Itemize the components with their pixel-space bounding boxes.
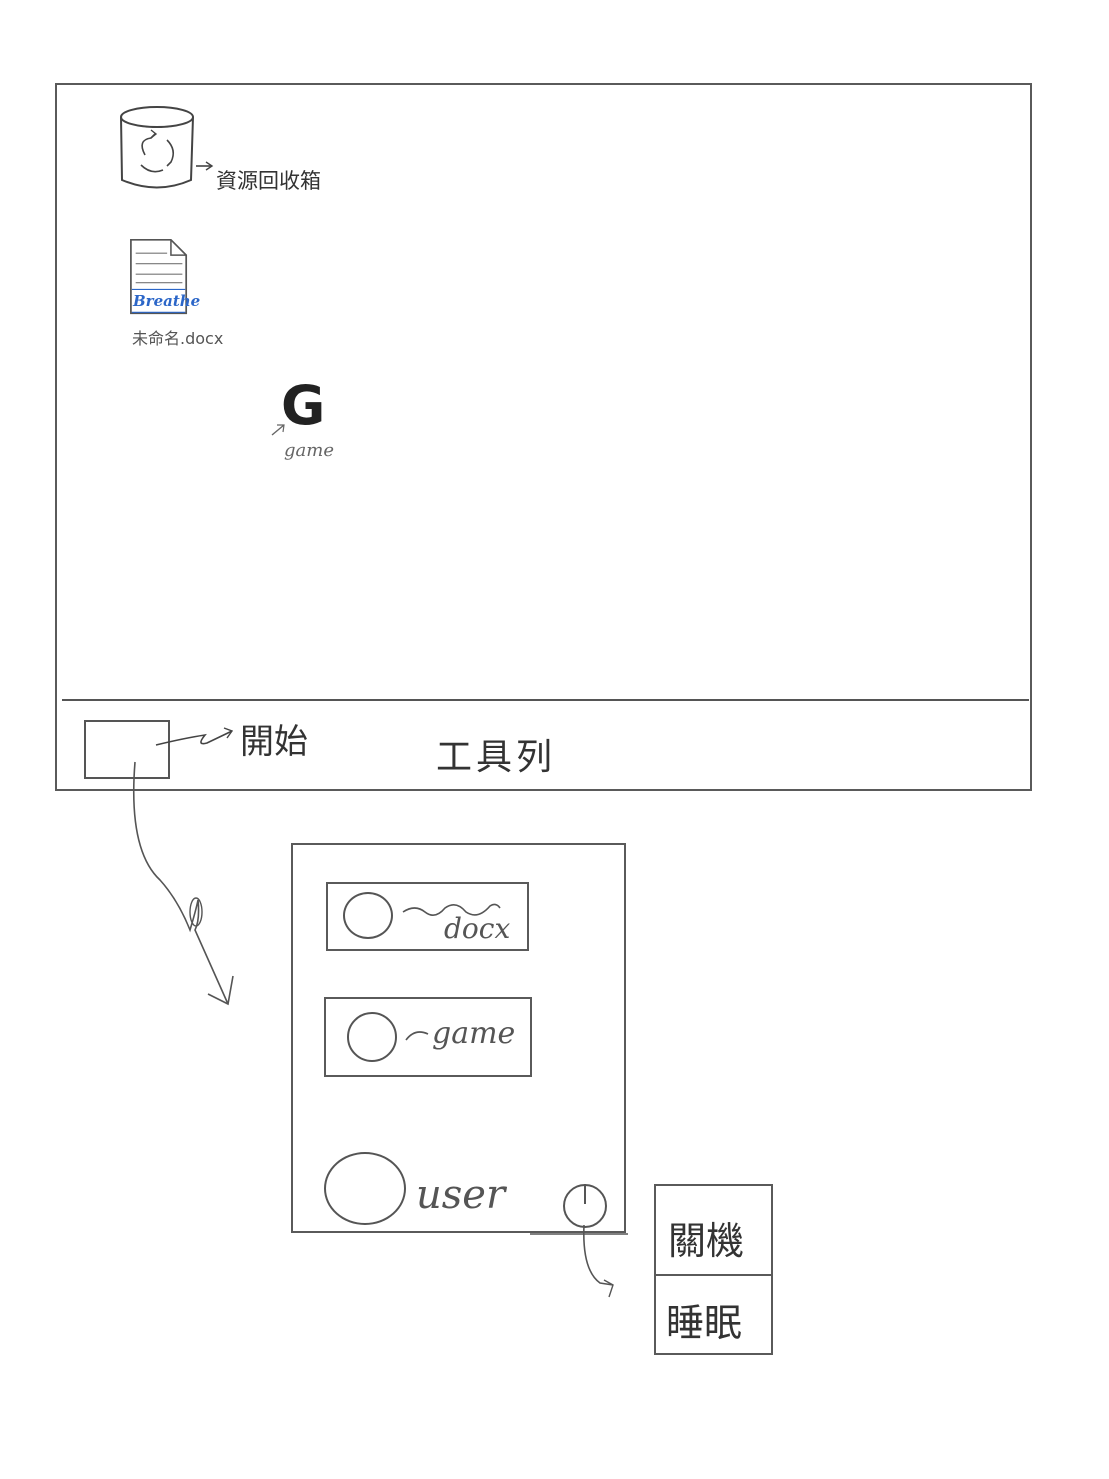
start-menu-item-game-label: game (432, 1016, 516, 1051)
power-icon[interactable] (560, 1180, 612, 1232)
avatar[interactable] (324, 1152, 406, 1225)
docx-app-icon (343, 892, 393, 939)
shutdown-option[interactable]: 關機 (668, 1210, 744, 1265)
recycle-bin-label: 資源回收箱 (216, 169, 321, 193)
start-menu-item-docx-label: docx (444, 912, 511, 945)
taskbar-label: 工具列 (436, 737, 557, 778)
document-icon-text: Breathe (133, 292, 201, 310)
start-label: 開始 (240, 722, 308, 762)
user-name: user (416, 1172, 506, 1218)
sleep-option[interactable]: 睡眠 (666, 1292, 742, 1347)
game-icon[interactable]: G (281, 374, 325, 437)
game-label: game (284, 440, 334, 461)
taskbar (62, 699, 1029, 701)
start-button[interactable] (84, 720, 170, 779)
recycle-bin-icon[interactable] (115, 100, 205, 195)
game-app-icon (347, 1012, 397, 1062)
power-menu-divider (656, 1274, 772, 1276)
document-label: 未命名.docx (132, 329, 224, 348)
